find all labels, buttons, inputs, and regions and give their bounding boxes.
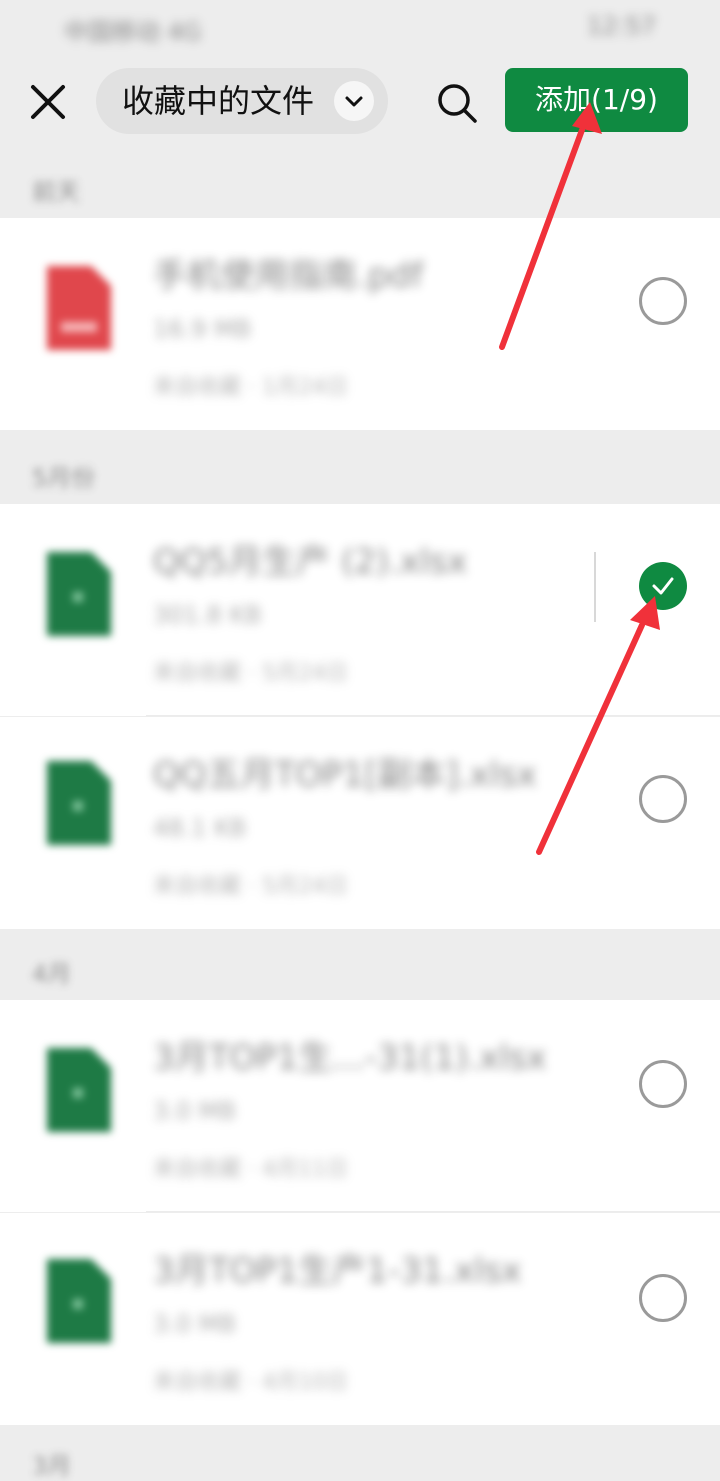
file-name: QQ五月TOP1[副本].xlsx [153,755,537,795]
file-name: 3月TOP1生...-31(1).xlsx [153,1038,547,1078]
file-size: 301.8 KB [153,601,262,629]
file-size: 3.0 MB [153,1097,236,1125]
select-radio[interactable] [639,1274,687,1322]
file-size: 16.9 MB [153,315,252,343]
select-radio[interactable] [639,775,687,823]
close-icon [31,85,65,119]
folder-dropdown[interactable]: 收藏中的文件 [96,68,388,134]
select-radio-checked[interactable] [639,562,687,610]
checkmark-icon [652,577,674,595]
file-meta: 来自收藏 · 4月10日 [153,1370,348,1395]
section-header-label: 5月份 [32,464,96,492]
file-row[interactable]: 3月TOP1生...-31(1).xlsx 3.0 MB 来自收藏 · 4月11… [0,1000,720,1212]
file-row[interactable]: 3月TOP1生产1-31.xlsx 3.0 MB 来自收藏 · 4月10日 [0,1213,720,1425]
divider [146,1211,720,1212]
file-size: 48.1 KB [153,814,247,842]
section-header-label: 前天 [32,178,80,206]
section-header-label: 3月 [32,1452,72,1480]
row-divider [594,552,596,622]
top-bar: 收藏中的文件 添加(1/9) [0,52,720,152]
file-name: 手机使用指南.pdf [153,256,423,296]
file-name: 3月TOP1生产1-31.xlsx [153,1251,522,1291]
status-bar: 中国移动 4G 12:57 [0,0,720,52]
section-header: 前天 [0,158,720,218]
file-row[interactable]: QQ五月TOP1[副本].xlsx 48.1 KB 来自收藏 · 5月24日 [0,717,720,929]
search-icon [438,84,477,123]
close-button[interactable] [26,80,70,124]
excel-file-icon [47,761,111,845]
file-meta: 来自收藏 · 1月24日 [153,375,348,400]
search-button[interactable] [434,80,480,126]
file-meta: 来自收藏 · 4月11日 [153,1157,348,1182]
file-row[interactable]: QQ5月生产 (2).xlsx 301.8 KB 来自收藏 · 5月24日 [0,504,720,716]
section-header: 4月 [0,940,720,1000]
file-row[interactable]: 手机使用指南.pdf 16.9 MB 来自收藏 · 1月24日 [0,218,720,430]
file-meta: 来自收藏 · 5月24日 [153,874,348,899]
file-meta: 来自收藏 · 5月24日 [153,661,348,686]
carrier-text: 中国移动 4G [64,18,202,46]
excel-file-icon [47,1048,111,1132]
select-radio[interactable] [639,277,687,325]
pdf-file-icon [47,266,111,350]
section-header-label: 4月 [32,960,72,988]
section-header: 5月份 [0,444,720,504]
file-name: QQ5月生产 (2).xlsx [153,542,468,582]
excel-file-icon [47,552,111,636]
file-size: 3.0 MB [153,1310,236,1338]
select-radio[interactable] [639,1060,687,1108]
excel-file-icon [47,1259,111,1343]
divider [146,715,720,716]
chevron-down-icon [334,81,374,121]
section-header: 3月 [0,1432,720,1480]
clock-text: 12:57 [586,12,656,40]
add-button[interactable]: 添加(1/9) [505,68,688,132]
folder-label: 收藏中的文件 [122,82,315,120]
